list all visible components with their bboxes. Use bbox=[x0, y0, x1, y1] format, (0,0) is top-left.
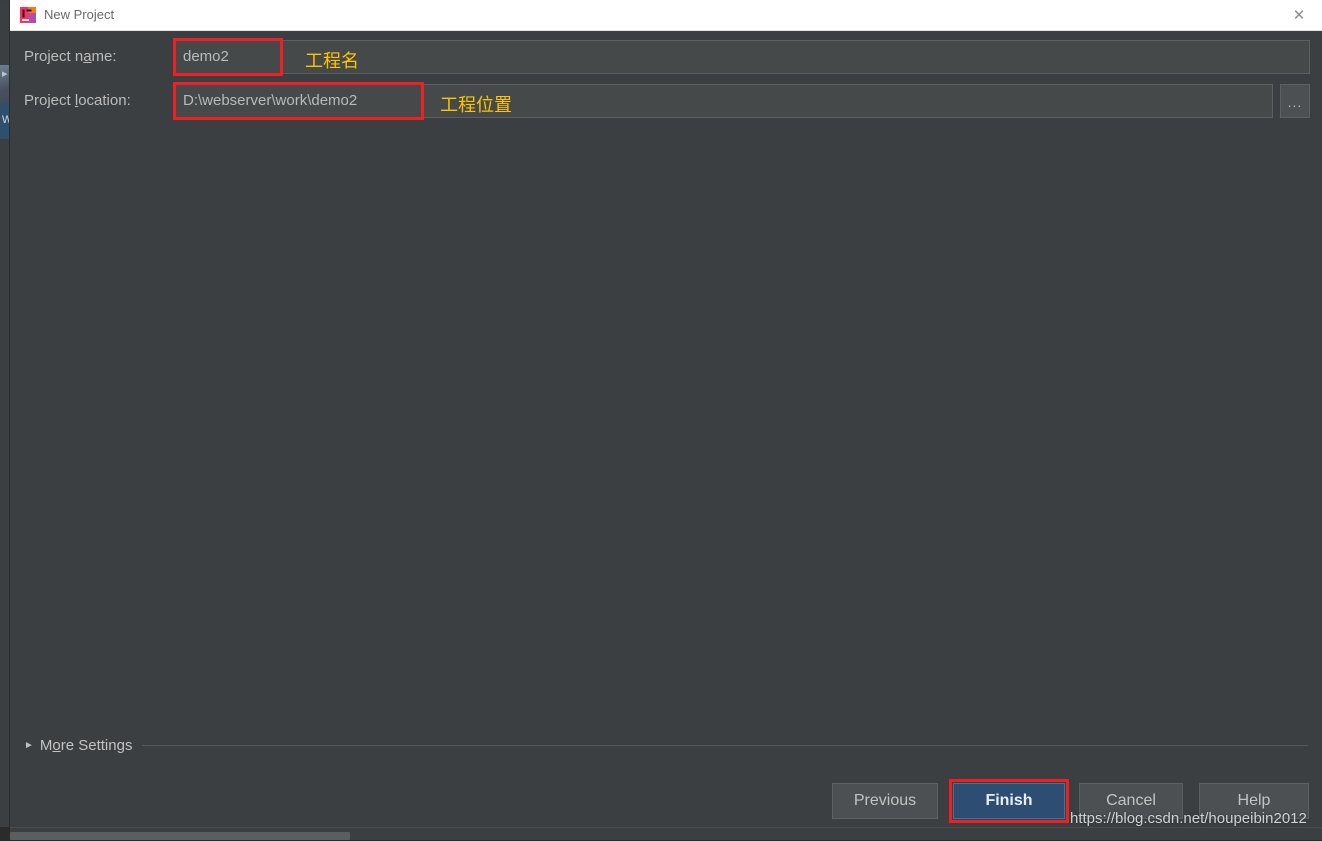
triangle-right-icon: ► bbox=[24, 739, 34, 751]
watermark-text: https://blog.csdn.net/houpeibin2012 bbox=[1070, 810, 1307, 827]
horizontal-scrollbar-thumb[interactable] bbox=[10, 832, 350, 840]
intellij-idea-icon bbox=[20, 7, 36, 23]
background-chevron-icon: ▸ bbox=[2, 68, 8, 80]
dialog-title: New Project bbox=[44, 7, 115, 22]
new-project-dialog: New Project ✕ Project name: demo2 Projec… bbox=[10, 0, 1322, 827]
project-name-value: demo2 bbox=[183, 48, 229, 65]
annotation-label-project-name: 工程名 bbox=[305, 51, 359, 71]
more-settings-label: More Settings bbox=[39, 737, 133, 754]
dialog-titlebar: New Project ✕ bbox=[10, 0, 1322, 31]
more-settings-toggle[interactable]: ► More Settings bbox=[24, 737, 1308, 754]
annotation-label-project-location: 工程位置 bbox=[440, 95, 512, 115]
more-settings-separator bbox=[142, 745, 1308, 746]
finish-button[interactable]: Finish bbox=[953, 783, 1065, 819]
close-icon[interactable]: ✕ bbox=[1276, 0, 1322, 29]
project-name-label: Project name: bbox=[24, 48, 117, 65]
project-location-label: Project location: bbox=[24, 92, 131, 109]
project-location-value: D:\webserver\work\demo2 bbox=[183, 92, 358, 109]
previous-button[interactable]: Previous bbox=[832, 783, 938, 819]
project-location-input[interactable]: D:\webserver\work\demo2 bbox=[173, 84, 1273, 118]
browse-location-button[interactable]: ... bbox=[1280, 84, 1310, 118]
